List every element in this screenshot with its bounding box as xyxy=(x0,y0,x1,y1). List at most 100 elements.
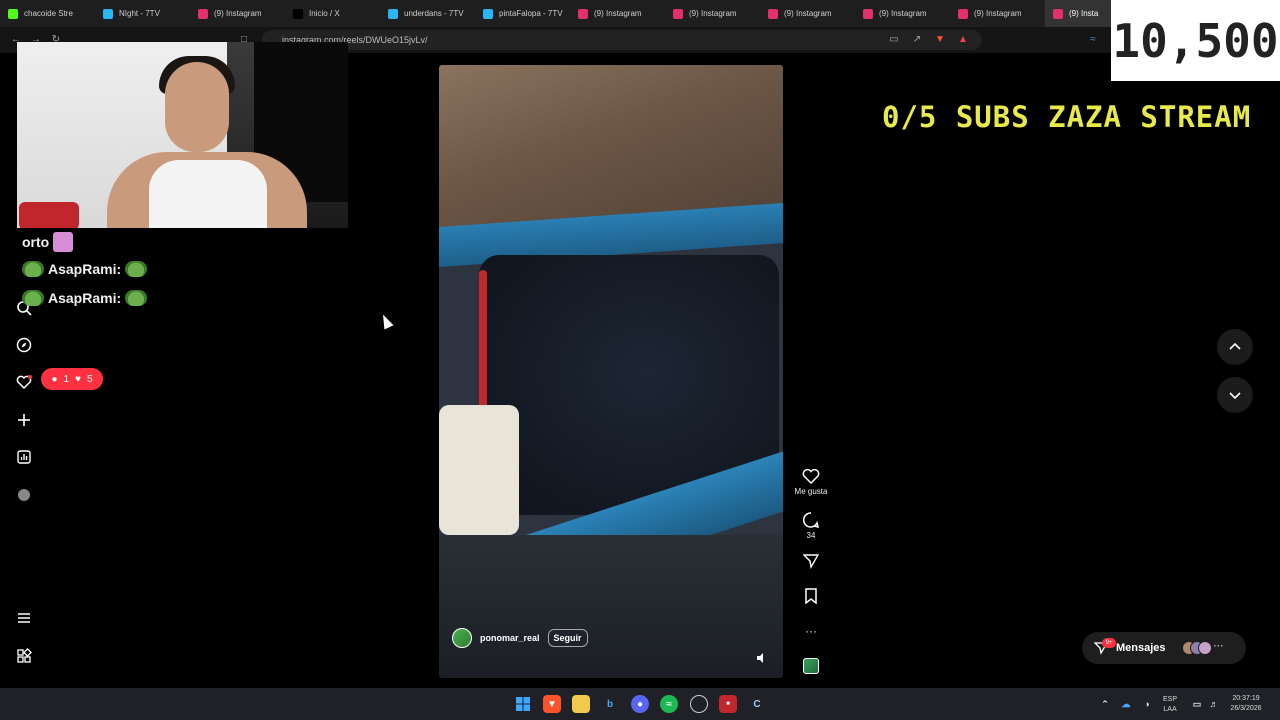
mute-icon[interactable] xyxy=(755,651,769,665)
activity-notification-badge[interactable]: ● 1 ♥ 5 xyxy=(41,368,103,390)
file-explorer-icon[interactable] xyxy=(572,695,590,713)
more-options-icon[interactable]: ··· xyxy=(794,624,828,638)
browser-tab[interactable]: (9) Instagram xyxy=(190,0,285,27)
network-icon[interactable]: ▭ xyxy=(1188,695,1206,713)
clock[interactable]: 20:37:19 26/3/2026 xyxy=(1225,694,1267,714)
frog-emote-icon xyxy=(22,261,44,277)
address-bar[interactable]: instagram.com/reels/DWUeO15jvLv/ xyxy=(262,30,982,50)
discord-icon[interactable]: ● xyxy=(631,695,649,713)
share-icon[interactable]: ↗ xyxy=(911,34,923,46)
browser-tab-strip: chacoide Stre NIght - 7TV (9) Instagram Ini… xyxy=(0,0,1280,27)
sub-counter-overlay: 10,500 xyxy=(1111,0,1280,81)
author-username[interactable]: ponomar_real xyxy=(480,633,540,643)
7tv-icon xyxy=(388,8,398,19)
tab-label: (9) Instagram xyxy=(594,9,642,18)
start-icon[interactable] xyxy=(514,695,532,713)
instagram-icon xyxy=(198,8,208,19)
follow-button[interactable]: Seguir xyxy=(547,629,588,647)
messages-badge: 9+ xyxy=(1102,638,1116,648)
explore-icon[interactable] xyxy=(14,335,34,355)
screen-cast-icon[interactable]: ▭ xyxy=(888,34,900,46)
chat-emote-icon xyxy=(53,232,74,252)
browser-tab[interactable]: underdans - 7TV xyxy=(380,0,475,27)
reel-video[interactable] xyxy=(439,65,783,678)
save-action[interactable] xyxy=(794,588,828,604)
7tv-icon xyxy=(103,8,113,19)
browser-tab[interactable]: chacoide Stre xyxy=(0,0,95,27)
browser-tab[interactable]: (9) Instagram xyxy=(760,0,855,27)
kick-icon xyxy=(8,8,18,19)
clock-date: 26/3/2026 xyxy=(1230,705,1262,712)
create-icon[interactable] xyxy=(14,410,34,430)
browser-tab[interactable]: (9) Instagram xyxy=(855,0,950,27)
author-avatar[interactable] xyxy=(452,628,472,648)
instagram-icon xyxy=(863,8,873,19)
windows-taskbar: ▼ b ● ≈ ■ C ⌃ ☁ ◑ ESP LAA ▭ ♬ 20:37:19 2… xyxy=(0,688,1280,720)
also-from-meta-icon[interactable] xyxy=(14,646,34,666)
instagram-icon xyxy=(1053,8,1063,19)
browser-tab[interactable]: Inicio / X xyxy=(285,0,380,27)
tab-label: (9) Instagram xyxy=(214,9,262,18)
profile-avatar[interactable] xyxy=(14,485,34,505)
microphone-icon[interactable]: ◑ xyxy=(1138,695,1156,713)
mouse-cursor xyxy=(378,312,394,330)
frog-emote-icon xyxy=(125,261,148,277)
like-icon: ♥ xyxy=(75,373,81,385)
reel-author: ponomar_real Seguir xyxy=(452,628,588,648)
tab-label: pintaFalopa - 7TV xyxy=(499,9,563,18)
tab-label: (9) Instagram xyxy=(879,9,927,18)
message-avatars: ··· xyxy=(1181,641,1224,655)
instagram-icon xyxy=(958,8,968,19)
browser-tab[interactable]: pintaFalopa - 7TV xyxy=(475,0,570,27)
webcam-feed xyxy=(17,42,348,228)
volume-icon[interactable]: ♬ xyxy=(1205,695,1223,713)
comment-icon xyxy=(802,512,820,529)
browser-tab[interactable]: (9) Instagram xyxy=(950,0,1045,27)
tab-label: (9) Instagram xyxy=(974,9,1022,18)
tab-label: chacoide Stre xyxy=(24,9,73,18)
share-action[interactable] xyxy=(794,553,828,569)
browser-tab[interactable]: (9) Instagram xyxy=(570,0,665,27)
language-indicator[interactable]: ESP LAA xyxy=(1163,695,1177,715)
chevron-down-icon xyxy=(1229,392,1241,400)
dashboard-icon[interactable] xyxy=(14,447,34,467)
chat-line-partial: orto xyxy=(22,232,74,252)
tab-label: Inicio / X xyxy=(309,9,340,18)
like-action[interactable]: Me gusta xyxy=(794,468,828,496)
chat-line: AsapRami: xyxy=(22,261,148,277)
spotify-icon[interactable]: ≈ xyxy=(660,695,678,713)
messages-button[interactable]: Mensajes ··· xyxy=(1082,632,1246,664)
clock-time: 20:37:19 xyxy=(1232,695,1260,702)
brave-shields-icon[interactable]: ▼ xyxy=(934,34,946,46)
next-reel-button[interactable] xyxy=(1217,377,1253,413)
x-icon xyxy=(293,8,303,19)
brave-icon[interactable]: ▼ xyxy=(543,695,561,713)
heart-icon[interactable] xyxy=(14,372,34,392)
browser-tab[interactable]: NIght - 7TV xyxy=(95,0,190,27)
previous-reel-button[interactable] xyxy=(1217,329,1253,365)
vpn-icon[interactable]: ≈ xyxy=(1087,34,1099,46)
chat-username: AsapRami: xyxy=(48,290,122,306)
like-count: 5 xyxy=(86,373,93,385)
browser-tab[interactable]: (9) Instagram xyxy=(665,0,760,27)
onedrive-icon[interactable]: ☁ xyxy=(1117,695,1135,713)
messages-label: Mensajes xyxy=(1116,642,1166,654)
capcut-icon[interactable]: ■ xyxy=(719,695,737,713)
comment-icon: ● xyxy=(51,373,58,385)
lang-code: ESP xyxy=(1163,696,1178,703)
obs-icon[interactable] xyxy=(690,695,708,713)
bing-icon[interactable]: b xyxy=(601,695,619,713)
tab-label: (9) Instagram xyxy=(784,9,832,18)
instagram-icon xyxy=(673,8,683,19)
comment-action[interactable]: 34 xyxy=(794,511,828,540)
frog-emote-icon xyxy=(22,290,44,306)
ccleaner-icon[interactable]: C xyxy=(748,695,766,713)
send-icon xyxy=(803,554,819,569)
sub-goal-overlay: 0/5 SUBS ZAZA STREAM xyxy=(882,100,1252,134)
brave-rewards-icon[interactable]: ▲ xyxy=(957,34,969,46)
tray-chevron-up-icon[interactable]: ⌃ xyxy=(1096,695,1114,713)
audio-thumbnail[interactable] xyxy=(794,658,828,674)
tab-label: underdans - 7TV xyxy=(404,9,464,18)
chat-text: orto xyxy=(22,234,50,250)
menu-icon[interactable] xyxy=(14,608,34,628)
